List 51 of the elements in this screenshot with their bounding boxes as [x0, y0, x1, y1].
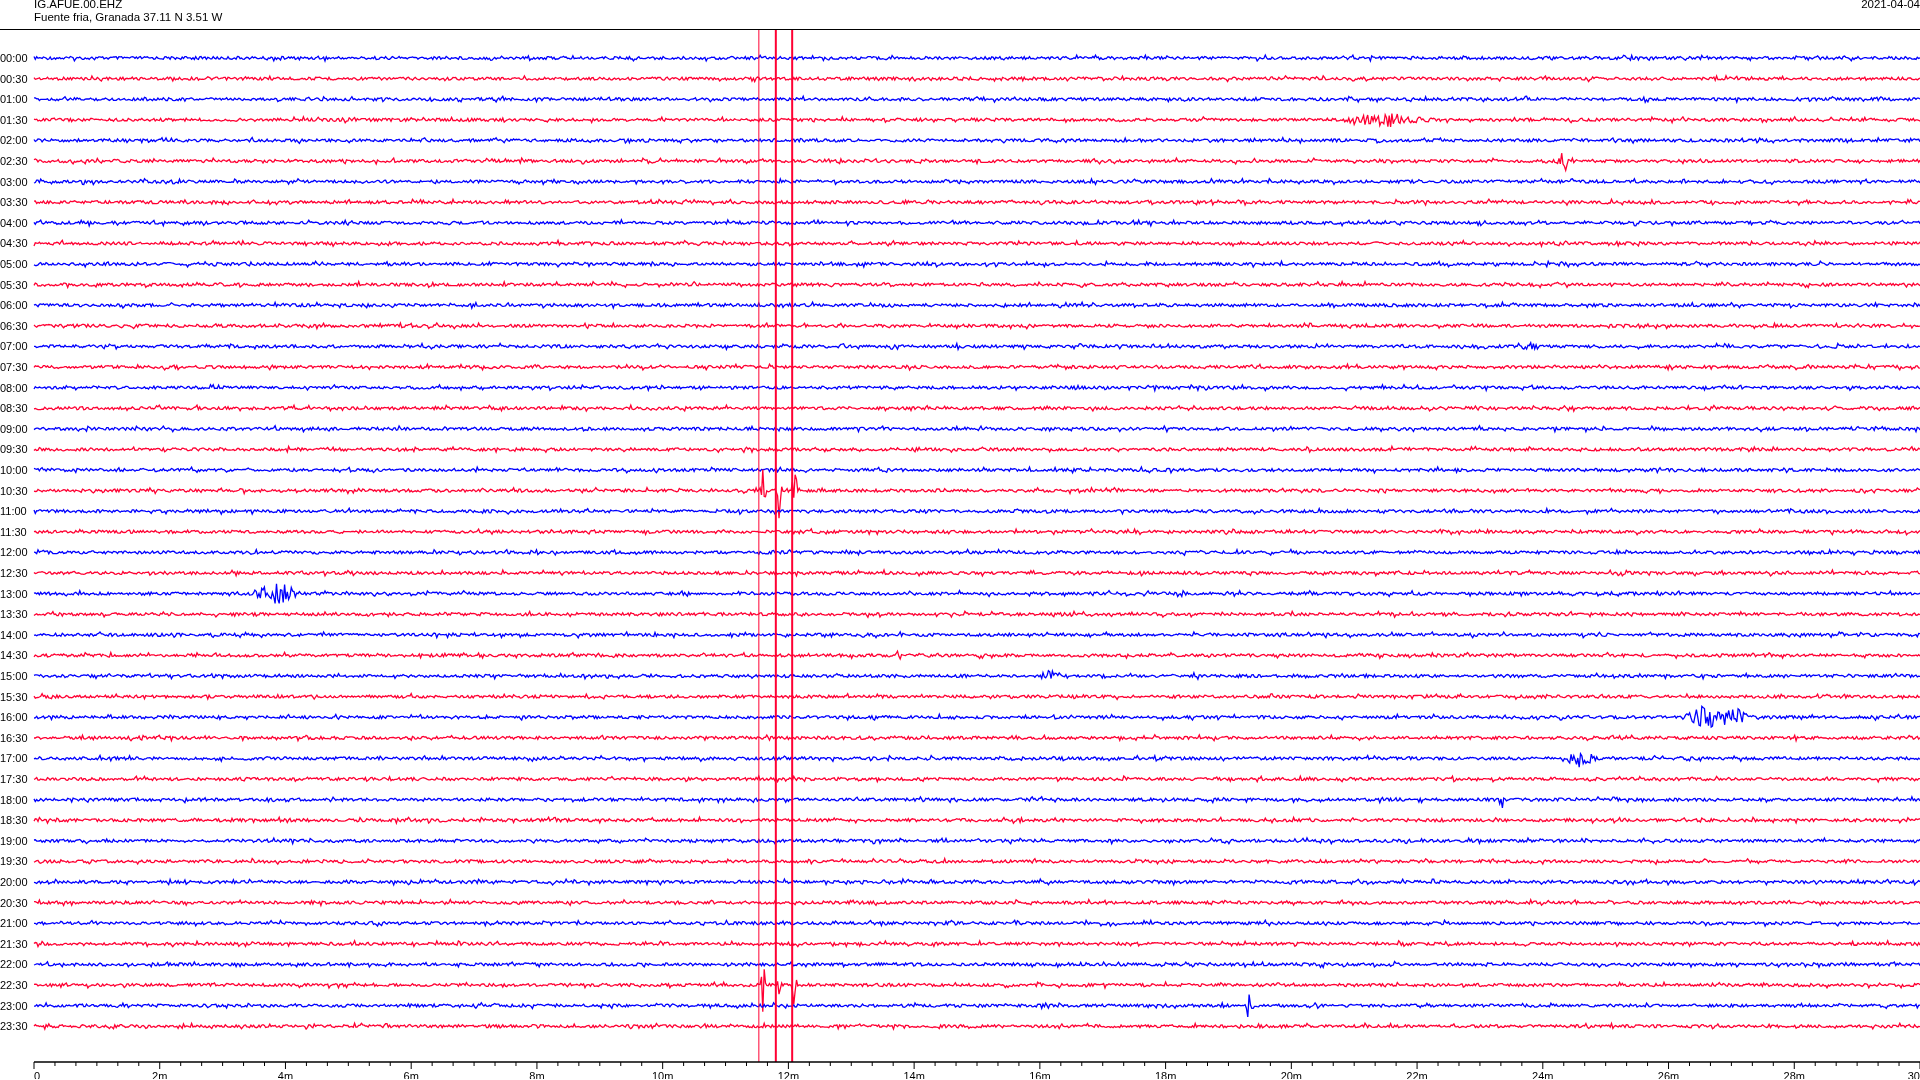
row-time-label: 17:00 — [0, 752, 28, 765]
row-time-label: 18:30 — [0, 814, 28, 827]
row-time-label: 07:30 — [0, 361, 28, 373]
row-time-label: 11:30 — [0, 525, 27, 538]
row-time-label: 21:00 — [0, 917, 28, 930]
row-time-label: 13:30 — [0, 608, 28, 621]
row-time-label: 00:00 — [0, 52, 28, 64]
row-time-label: 17:30 — [0, 773, 28, 785]
row-time-label: 06:00 — [0, 299, 28, 312]
row-time-label: 04:30 — [0, 237, 28, 250]
row-time-label: 03:30 — [0, 196, 28, 209]
row-time-label: 11:00 — [0, 505, 27, 518]
row-time-label: 09:30 — [0, 443, 28, 456]
row-time-label: 23:00 — [0, 999, 28, 1012]
station-location: Fuente fria, Granada 37.11 N 3.51 W — [34, 11, 223, 24]
row-time-label: 10:30 — [0, 484, 28, 497]
row-time-label: 08:30 — [0, 402, 28, 415]
row-time-label: 18:00 — [0, 793, 28, 806]
row-time-label: 13:00 — [0, 587, 28, 600]
row-time-label: 05:30 — [0, 278, 28, 291]
row-time-label: 02:30 — [0, 155, 28, 167]
row-time-label: 04:00 — [0, 216, 28, 229]
date-label: 2021-04-04 — [1861, 0, 1920, 11]
row-time-label: 08:00 — [0, 381, 28, 394]
row-time-label: 20:00 — [0, 876, 28, 888]
row-time-label: 12:30 — [0, 567, 28, 579]
row-time-label: 05:00 — [0, 258, 28, 270]
row-time-label: 16:30 — [0, 731, 28, 744]
row-time-label: 06:30 — [0, 319, 28, 332]
row-time-label: 14:00 — [0, 628, 28, 641]
row-time-label: 03:00 — [0, 175, 28, 188]
row-time-label: 02:00 — [0, 134, 28, 147]
row-time-label: 20:30 — [0, 896, 28, 909]
row-time-label: 19:00 — [0, 834, 28, 847]
row-time-label: 12:00 — [0, 546, 28, 559]
row-time-label: 23:30 — [0, 1020, 28, 1033]
row-time-label: 19:30 — [0, 855, 28, 868]
row-time-label: 10:00 — [0, 464, 28, 476]
row-time-label: 22:30 — [0, 979, 28, 991]
row-time-label: 15:00 — [0, 670, 28, 682]
station-code: IG.AFUE.00.EHZ — [34, 0, 124, 11]
row-time-label: 01:30 — [0, 113, 28, 126]
row-time-label: 16:00 — [0, 711, 28, 724]
row-time-label: 22:00 — [0, 958, 28, 971]
row-time-label: 00:30 — [0, 72, 28, 85]
row-time-label: 21:30 — [0, 937, 28, 950]
row-time-label: 15:30 — [0, 690, 28, 703]
row-time-label: 07:00 — [0, 340, 28, 353]
row-time-label: 14:30 — [0, 649, 28, 662]
row-time-label: 09:00 — [0, 422, 28, 435]
row-time-label: 01:00 — [0, 93, 28, 106]
